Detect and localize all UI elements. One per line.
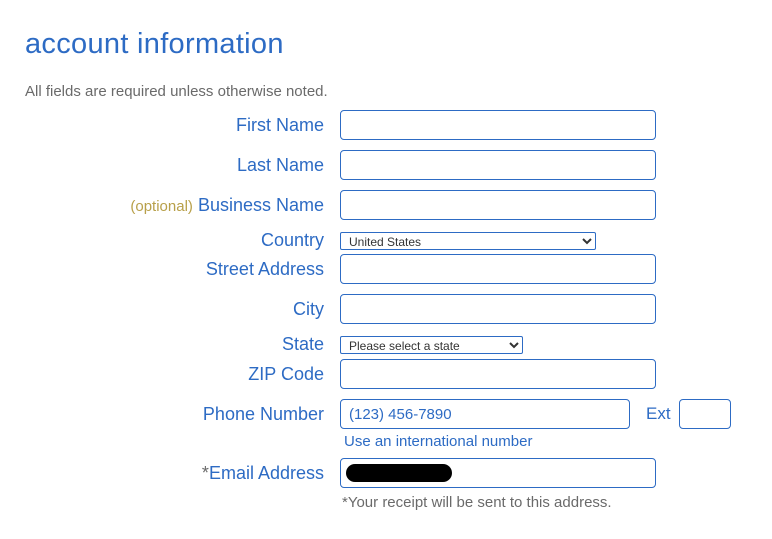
row-first-name: First Name <box>25 110 747 140</box>
phone-input[interactable] <box>340 399 630 429</box>
label-street-address: Street Address <box>25 259 340 280</box>
row-country: Country United States <box>25 230 747 251</box>
ext-input[interactable] <box>679 399 731 429</box>
email-receipt-note: *Your receipt will be sent to this addre… <box>340 490 612 511</box>
business-name-input[interactable] <box>340 190 656 220</box>
state-select[interactable]: Please select a state <box>340 336 523 354</box>
label-ext: Ext <box>646 404 671 424</box>
international-number-link[interactable]: Use an international number <box>340 431 532 458</box>
row-email: *Email Address <box>25 458 747 488</box>
row-phone: Phone Number Ext <box>25 399 747 429</box>
row-city: City <box>25 294 747 324</box>
optional-marker: (optional) <box>130 198 193 215</box>
email-input[interactable] <box>340 458 656 488</box>
label-last-name: Last Name <box>25 155 340 176</box>
row-zip: ZIP Code <box>25 359 747 389</box>
label-phone: Phone Number <box>25 404 340 425</box>
row-email-note: *Your receipt will be sent to this addre… <box>25 490 747 511</box>
label-zip: ZIP Code <box>25 364 340 385</box>
row-street-address: Street Address <box>25 254 747 284</box>
row-business-name: (optional) Business Name <box>25 190 747 220</box>
row-last-name: Last Name <box>25 150 747 180</box>
label-business-name: (optional) Business Name <box>25 195 340 216</box>
label-city: City <box>25 299 340 320</box>
last-name-input[interactable] <box>340 150 656 180</box>
street-address-input[interactable] <box>340 254 656 284</box>
first-name-input[interactable] <box>340 110 656 140</box>
zip-input[interactable] <box>340 359 656 389</box>
row-state: State Please select a state <box>25 334 747 355</box>
label-country: Country <box>25 230 340 251</box>
label-state: State <box>25 334 340 355</box>
section-heading: account information <box>25 28 747 61</box>
label-email: *Email Address <box>25 463 340 484</box>
required-note: All fields are required unless otherwise… <box>25 83 747 100</box>
label-first-name: First Name <box>25 115 340 136</box>
country-select[interactable]: United States <box>340 232 596 250</box>
city-input[interactable] <box>340 294 656 324</box>
row-intl-phone-link: Use an international number <box>25 431 747 458</box>
